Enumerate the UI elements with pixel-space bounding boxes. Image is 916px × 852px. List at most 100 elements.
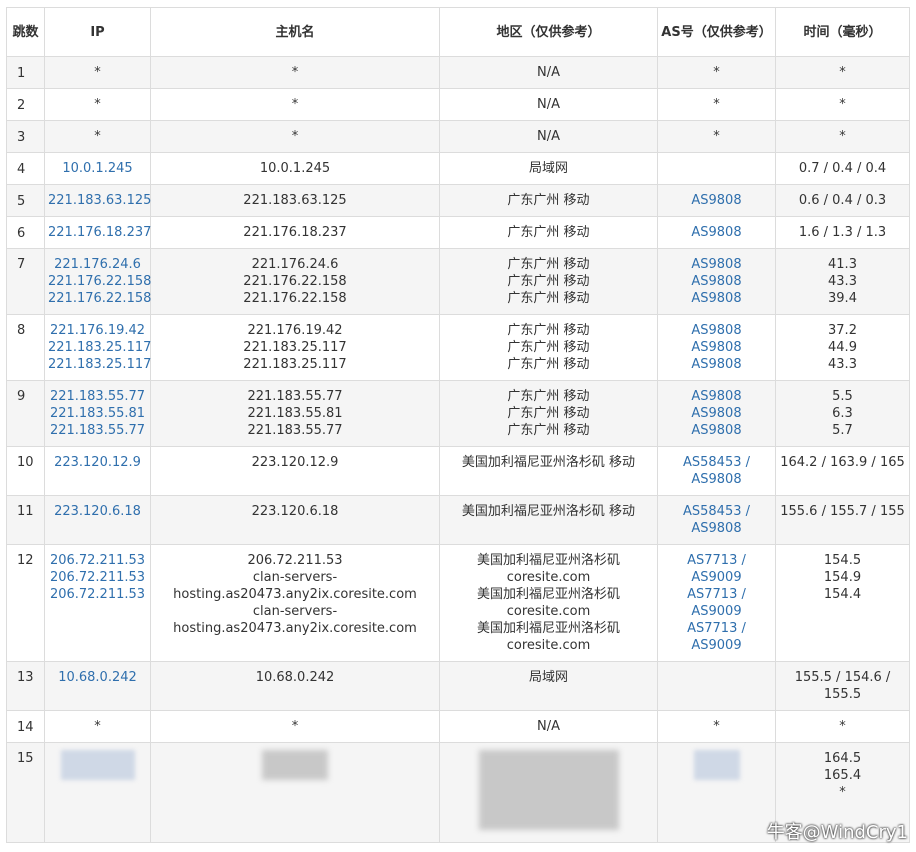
as-cell — [657, 742, 776, 843]
time-value: * — [839, 129, 846, 144]
region-cell: 局域网 — [439, 661, 658, 711]
traceroute-table: 跳数 IP 主机名 地区（仅供参考） AS号（仅供参考） 时间（毫秒） 1 * * N… — [6, 7, 910, 843]
table-row: 3 * * N/A * * — [6, 120, 910, 153]
host-cell: 206.72.211.53 clan-servers-hosting.as2047… — [150, 544, 440, 662]
a-value[interactable]: AS7713 / — [661, 552, 772, 569]
hop-cell: 13 — [6, 661, 45, 711]
a-value[interactable]: AS9009 — [661, 637, 772, 654]
table-body: 1 * * N/A * * 2 * * N/A * * 3 * * N/A * * 4 10.0.1.245 10.0.… — [6, 56, 910, 843]
region-value: 广东广州 移动 — [507, 193, 590, 208]
ip-value[interactable]: 221.183.63.125 — [48, 192, 151, 209]
hop-cell: 2 — [6, 88, 45, 121]
time-value: 165.4 — [823, 768, 862, 783]
hop-cell: 4 — [6, 152, 45, 185]
region-value: 美国加利福尼亚州洛杉矶 — [476, 553, 620, 568]
a-value[interactable]: AS9808 — [661, 388, 772, 405]
ip-value[interactable]: 206.72.211.53 — [48, 552, 147, 569]
a-value: * — [713, 65, 720, 80]
time-cell: 155.6 / 155.7 / 155 — [775, 495, 910, 545]
a-value[interactable]: AS9009 — [661, 569, 772, 586]
host-value: clan-servers- — [252, 570, 338, 585]
ip-value[interactable]: 10.0.1.245 — [48, 160, 147, 177]
a-value[interactable]: AS58453 / — [661, 503, 772, 520]
a-value[interactable]: AS9808 — [661, 273, 772, 290]
as-cell: AS9808 — [657, 184, 776, 217]
ip-value[interactable]: 221.176.24.6 — [48, 256, 147, 273]
region-cell: N/A — [439, 56, 658, 89]
a-value[interactable]: AS9808 — [661, 339, 772, 356]
time-value: 164.5 — [823, 751, 862, 766]
ip-value[interactable]: 221.176.19.42 — [48, 322, 147, 339]
a-value[interactable]: AS9808 — [661, 471, 772, 488]
host-value: 221.183.63.125 — [243, 193, 347, 208]
a-value: * — [713, 719, 720, 734]
region-cell: 美国加利福尼亚州洛杉矶 移动 — [439, 495, 658, 545]
ip-value[interactable]: 10.68.0.242 — [48, 669, 147, 686]
time-value: 155.5 — [823, 687, 862, 702]
a-value[interactable]: AS9808 — [661, 520, 772, 537]
hop-cell: 12 — [6, 544, 45, 662]
host-value: 221.176.24.6 — [251, 257, 339, 272]
ip-value[interactable]: 206.72.211.53 — [48, 586, 147, 603]
ip-value[interactable]: 221.176.18.237 — [48, 224, 151, 241]
hop-cell: 7 — [6, 248, 45, 315]
region-value: 广东广州 移动 — [507, 257, 590, 272]
ip-cell: 10.68.0.242 — [44, 661, 151, 711]
region-value: N/A — [537, 719, 560, 734]
a-value[interactable]: AS9009 — [661, 603, 772, 620]
ip-cell: 221.176.19.42 221.183.25.117 221.183.25.11… — [44, 314, 151, 381]
time-value: 155.6 / 155.7 / 155 — [780, 504, 905, 519]
ip-cell: 206.72.211.53 206.72.211.53 206.72.211.53 — [44, 544, 151, 662]
a-value[interactable]: AS9808 — [661, 322, 772, 339]
ip-value[interactable]: 223.120.12.9 — [48, 454, 147, 471]
host-value: 206.72.211.53 — [247, 553, 343, 568]
time-value: 37.2 — [828, 323, 857, 338]
a-value[interactable]: AS7713 / — [661, 620, 772, 637]
ip-value[interactable]: 221.176.22.158 — [48, 273, 151, 290]
a-value[interactable]: AS7713 / — [661, 586, 772, 603]
table-row: 1 * * N/A * * — [6, 56, 910, 89]
as-cell: AS7713 /AS9009 AS7713 /AS9009 AS7713 /AS90… — [657, 544, 776, 662]
region-value: 广东广州 移动 — [507, 225, 590, 240]
ip-value[interactable]: 223.120.6.18 — [48, 503, 147, 520]
a-value[interactable]: AS9808 — [661, 422, 772, 439]
host-value: 221.176.22.158 — [243, 274, 347, 289]
a-value[interactable]: AS58453 / — [661, 454, 772, 471]
time-value: 5.7 — [832, 423, 853, 438]
region-value: 局域网 — [528, 670, 568, 685]
ip-value[interactable]: 221.183.25.117 — [48, 356, 151, 373]
time-cell: 0.6 / 0.4 / 0.3 — [775, 184, 910, 217]
table-header: 跳数 IP 主机名 地区（仅供参考） AS号（仅供参考） 时间（毫秒） — [6, 7, 910, 57]
ip-value[interactable]: 221.176.22.158 — [48, 290, 151, 307]
a-value[interactable]: AS9808 — [661, 405, 772, 422]
as-cell — [657, 661, 776, 711]
hop-cell: 6 — [6, 216, 45, 249]
host-value: 10.0.1.245 — [259, 161, 331, 176]
region-value: 广东广州 移动 — [507, 406, 590, 421]
host-cell: 10.68.0.242 — [150, 661, 440, 711]
ip-value[interactable]: 221.183.55.77 — [48, 422, 147, 439]
redacted-block — [693, 750, 740, 780]
a-value[interactable]: AS9808 — [661, 356, 772, 373]
ip-value[interactable]: 221.183.25.117 — [48, 339, 151, 356]
a-value[interactable]: AS9808 — [661, 256, 772, 273]
time-value: 43.3 — [828, 357, 857, 372]
a-value[interactable]: AS9808 — [661, 290, 772, 307]
header-as: AS号（仅供参考） — [657, 7, 776, 57]
ip-value: * — [94, 129, 101, 144]
header-host: 主机名 — [150, 7, 440, 57]
region-cell: 美国加利福尼亚州洛杉矶 移动 — [439, 446, 658, 496]
table-row: 5 221.183.63.125 221.183.63.125 广东广州 移动 AS98… — [6, 184, 910, 217]
host-cell: 223.120.12.9 — [150, 446, 440, 496]
ip-value[interactable]: 221.183.55.77 — [48, 388, 147, 405]
a-value[interactable]: AS9808 — [661, 192, 772, 209]
as-cell — [657, 152, 776, 185]
ip-value[interactable]: 221.183.55.81 — [48, 405, 147, 422]
time-value: 154.5 — [823, 553, 862, 568]
ip-value[interactable]: 206.72.211.53 — [48, 569, 147, 586]
a-value[interactable]: AS9808 — [661, 224, 772, 241]
table-row: 9 221.183.55.77 221.183.55.81 221.183.55.77… — [6, 380, 910, 447]
ip-cell: 223.120.12.9 — [44, 446, 151, 496]
region-value: coresite.com — [506, 604, 591, 619]
host-cell: 10.0.1.245 — [150, 152, 440, 185]
